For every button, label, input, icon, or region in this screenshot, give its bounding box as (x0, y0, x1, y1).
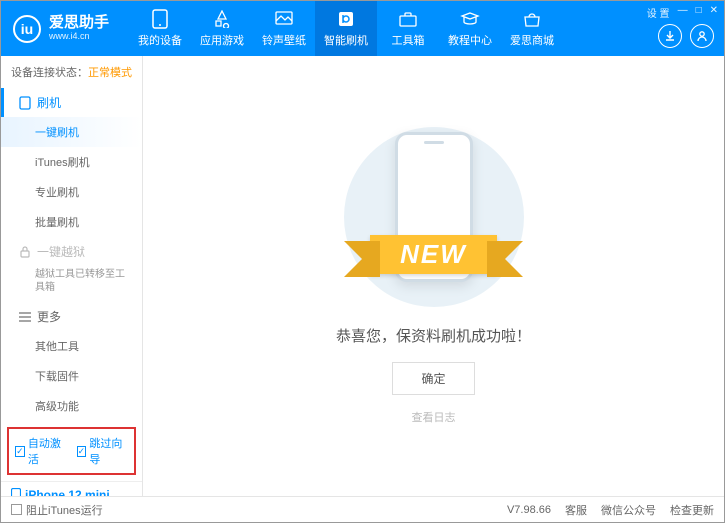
nav-store[interactable]: 爱思商城 (501, 1, 563, 56)
device-panel[interactable]: iPhone 12 mini 64GB Down-12mini-13,1 (1, 481, 142, 496)
wallpaper-icon (274, 9, 294, 29)
lock-icon (19, 246, 31, 258)
checkbox-block-itunes[interactable] (11, 504, 22, 515)
maximize-icon[interactable]: □ (696, 5, 702, 20)
sidebar-item-other-tools[interactable]: 其他工具 (1, 331, 142, 361)
section-more[interactable]: 更多 (1, 302, 142, 331)
section-jailbreak: 一键越狱 (1, 237, 142, 266)
wechat-link[interactable]: 微信公众号 (601, 502, 656, 518)
jailbreak-note: 越狱工具已转移至工具箱 (1, 266, 142, 302)
version-label: V7.98.66 (507, 504, 551, 516)
sidebar-item-batch-flash[interactable]: 批量刷机 (1, 207, 142, 237)
app-url: www.i4.cn (49, 32, 109, 42)
ok-button[interactable]: 确定 (392, 362, 474, 395)
sidebar-item-itunes-flash[interactable]: iTunes刷机 (1, 147, 142, 177)
success-message: 恭喜您，保资料刷机成功啦！ (336, 325, 531, 346)
device-name: iPhone 12 mini (25, 488, 110, 496)
phone-small-icon (19, 96, 31, 110)
logo-icon: iu (13, 15, 41, 43)
nav-apps[interactable]: 应用游戏 (191, 1, 253, 56)
sidebar-item-advanced[interactable]: 高级功能 (1, 391, 142, 421)
block-itunes-label: 阻止iTunes运行 (26, 502, 103, 518)
new-ribbon: NEW (370, 235, 497, 274)
nav-flash[interactable]: 智能刷机 (315, 1, 377, 56)
nav-my-device[interactable]: 我的设备 (129, 1, 191, 56)
minimize-icon[interactable]: — (678, 5, 688, 20)
close-icon[interactable]: ✕ (710, 5, 718, 20)
service-link[interactable]: 客服 (565, 502, 587, 518)
section-flash[interactable]: 刷机 (1, 88, 142, 117)
tutorial-icon (460, 9, 480, 29)
options-highlighted: ✓自动激活 ✓跳过向导 (7, 427, 136, 475)
toolbox-icon (398, 9, 418, 29)
footer: 阻止iTunes运行 V7.98.66 客服 微信公众号 检查更新 (1, 496, 724, 522)
nav-toolbox[interactable]: 工具箱 (377, 1, 439, 56)
store-icon (522, 9, 542, 29)
window-controls: 设 置 — □ ✕ (647, 5, 718, 20)
apps-icon (212, 9, 232, 29)
settings-link[interactable]: 设 置 (647, 5, 670, 20)
checkbox-auto-activate[interactable]: ✓自动激活 (15, 435, 67, 467)
sidebar-item-download-fw[interactable]: 下载固件 (1, 361, 142, 391)
view-log-link[interactable]: 查看日志 (412, 409, 456, 425)
update-link[interactable]: 检查更新 (670, 502, 714, 518)
sidebar-item-oneclick-flash[interactable]: 一键刷机 (1, 117, 142, 147)
app-title: 爱思助手 (49, 15, 109, 32)
connection-status: 设备连接状态：正常模式 (1, 56, 142, 88)
sidebar-item-pro-flash[interactable]: 专业刷机 (1, 177, 142, 207)
app-window: iu 爱思助手 www.i4.cn 我的设备 应用游戏 铃声壁纸 智能刷机 工具… (0, 0, 725, 523)
titlebar: iu 爱思助手 www.i4.cn 我的设备 应用游戏 铃声壁纸 智能刷机 工具… (1, 1, 724, 56)
device-icon (11, 488, 21, 496)
download-icon[interactable] (658, 24, 682, 48)
main-content: NEW 恭喜您，保资料刷机成功啦！ 确定 查看日志 (143, 56, 724, 496)
user-icon[interactable] (690, 24, 714, 48)
sidebar: 设备连接状态：正常模式 刷机 一键刷机 iTunes刷机 专业刷机 批量刷机 一… (1, 56, 143, 496)
menu-icon (19, 312, 31, 322)
nav-ringtones[interactable]: 铃声壁纸 (253, 1, 315, 56)
phone-icon (150, 9, 170, 29)
success-illustration: NEW (344, 127, 524, 307)
nav-tutorial[interactable]: 教程中心 (439, 1, 501, 56)
checkbox-skip-guide[interactable]: ✓跳过向导 (77, 435, 129, 467)
logo: iu 爱思助手 www.i4.cn (1, 15, 121, 43)
main-nav: 我的设备 应用游戏 铃声壁纸 智能刷机 工具箱 教程中心 爱思商城 (129, 1, 563, 56)
flash-icon (336, 9, 356, 29)
